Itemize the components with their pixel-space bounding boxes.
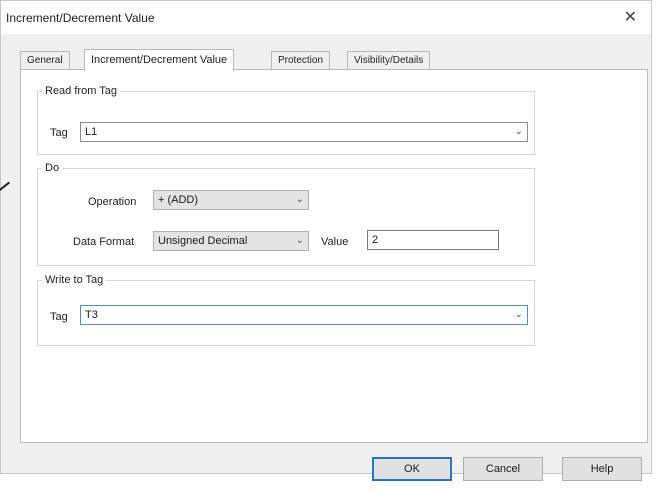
tab-panel: Read from Tag Tag L1 ⌄ Do Operation + (A… <box>20 69 648 443</box>
tab-visibility-details[interactable]: Visibility/Details <box>347 51 431 70</box>
write-to-tag-legend: Write to Tag <box>45 274 104 286</box>
chevron-down-icon[interactable]: ⌄ <box>296 235 304 246</box>
operation-combo[interactable]: + (ADD) ⌄ <box>153 190 309 210</box>
cancel-button[interactable]: Cancel <box>463 457 543 481</box>
tab-general[interactable]: General <box>20 51 70 70</box>
chevron-down-icon[interactable]: ⌄ <box>515 126 523 137</box>
operation-label: Operation <box>88 196 137 208</box>
help-button[interactable]: Help <box>562 457 642 481</box>
chevron-down-icon[interactable]: ⌄ <box>296 194 304 205</box>
read-tag-value: L1 <box>85 126 98 138</box>
write-tag-value: T3 <box>85 309 98 321</box>
operation-value: + (ADD) <box>158 194 199 206</box>
dialog-window: Increment/Decrement Value ✕ General Incr… <box>0 0 652 481</box>
value-input[interactable]: 2 <box>367 230 499 250</box>
data-format-label: Data Format <box>73 236 135 248</box>
value-input-text: 2 <box>372 234 379 246</box>
ok-button[interactable]: OK <box>372 457 452 481</box>
write-tag-combo[interactable]: T3 ⌄ <box>80 305 528 325</box>
close-icon[interactable]: ✕ <box>624 7 637 27</box>
title-bar: Increment/Decrement Value ✕ <box>1 1 651 34</box>
tab-increment-decrement-value[interactable]: Increment/Decrement Value <box>84 49 235 71</box>
data-format-value: Unsigned Decimal <box>158 235 248 247</box>
do-legend: Do <box>45 162 60 174</box>
read-from-tag-group: Read from Tag <box>37 85 535 155</box>
data-format-combo[interactable]: Unsigned Decimal ⌄ <box>153 231 309 251</box>
window-title: Increment/Decrement Value <box>6 11 155 25</box>
tab-protection[interactable]: Protection <box>271 51 331 70</box>
write-tag-label: Tag <box>50 311 68 323</box>
read-from-tag-legend: Read from Tag <box>45 85 117 97</box>
value-label: Value <box>321 236 349 248</box>
read-tag-combo[interactable]: L1 ⌄ <box>80 122 528 142</box>
chevron-down-icon[interactable]: ⌄ <box>515 309 523 320</box>
read-tag-label: Tag <box>50 127 68 139</box>
